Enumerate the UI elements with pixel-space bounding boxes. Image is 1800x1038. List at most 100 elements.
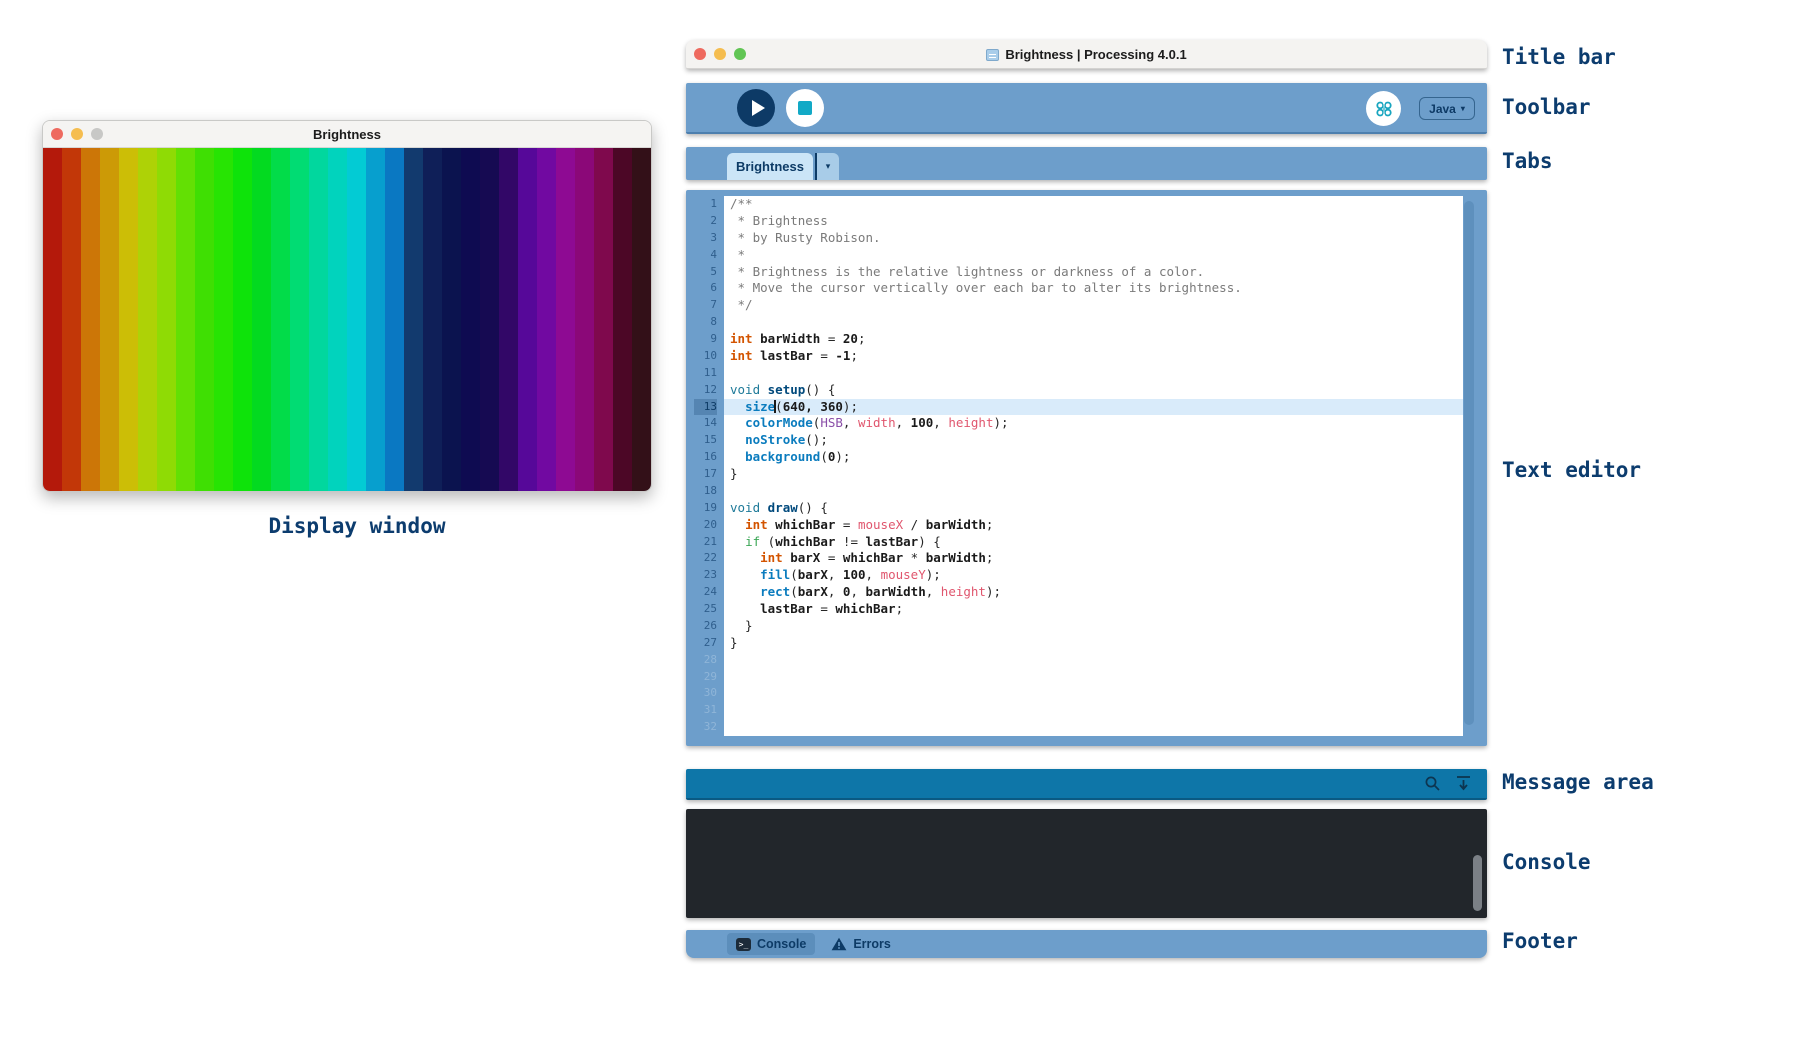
code-area[interactable]: /** * Brightness * by Rusty Robison. * *… [724, 196, 1463, 736]
ide-window-title: Brightness | Processing 4.0.1 [686, 47, 1487, 62]
play-icon [752, 100, 765, 116]
errors-tab-label: Errors [853, 937, 891, 951]
display-window-label: Display window [42, 514, 672, 538]
line-number: 12 [694, 382, 717, 399]
color-bar [556, 148, 575, 492]
code-line[interactable]: * [724, 247, 1463, 264]
code-line[interactable] [724, 314, 1463, 331]
color-bar [518, 148, 537, 492]
tab-brightness[interactable]: Brightness [727, 153, 813, 180]
color-bar [461, 148, 480, 492]
code-line[interactable]: colorMode(HSB, width, 100, height); [724, 415, 1463, 432]
annotation-message-area: Message area [1502, 768, 1654, 796]
line-number: 23 [694, 567, 717, 584]
code-line[interactable]: noStroke(); [724, 432, 1463, 449]
line-number: 28 [694, 652, 717, 669]
debug-button[interactable] [1366, 91, 1401, 126]
code-line[interactable]: lastBar = whichBar; [724, 601, 1463, 618]
color-bar [575, 148, 594, 492]
footer-errors-tab[interactable]: Errors [831, 937, 891, 951]
code-line[interactable] [724, 483, 1463, 500]
code-line[interactable]: rect(barX, 0, barWidth, height); [724, 584, 1463, 601]
line-number: 4 [694, 247, 717, 264]
code-line[interactable] [724, 702, 1463, 719]
annotation-text-editor: Text editor [1502, 456, 1641, 484]
code-line[interactable]: void draw() { [724, 500, 1463, 517]
color-bar [632, 148, 651, 492]
line-number: 14 [694, 415, 717, 432]
chevron-down-icon: ▾ [1461, 104, 1465, 113]
code-line[interactable]: } [724, 635, 1463, 652]
stop-button[interactable] [786, 89, 824, 127]
line-number: 15 [694, 432, 717, 449]
code-line[interactable]: int lastBar = -1; [724, 348, 1463, 365]
annotation-footer: Footer [1502, 927, 1578, 955]
code-line[interactable]: fill(barX, 100, mouseY); [724, 567, 1463, 584]
code-line[interactable]: int barWidth = 20; [724, 331, 1463, 348]
color-bars-canvas[interactable] [43, 148, 651, 492]
mode-selector-java[interactable]: Java ▾ [1419, 97, 1475, 120]
line-number: 20 [694, 517, 717, 534]
editor-scrollbar-thumb[interactable] [1464, 201, 1474, 725]
line-number: 30 [694, 685, 717, 702]
search-icon[interactable] [1424, 775, 1441, 792]
tab-dropdown-button[interactable]: ▾ [815, 153, 839, 180]
color-bar [328, 148, 347, 492]
color-bar [594, 148, 613, 492]
line-number: 10 [694, 348, 717, 365]
footer-console-tab[interactable]: >_ Console [727, 933, 815, 955]
code-line[interactable]: } [724, 466, 1463, 483]
line-number: 5 [694, 264, 717, 281]
line-number: 16 [694, 449, 717, 466]
line-number: 21 [694, 534, 717, 551]
run-button[interactable] [737, 89, 775, 127]
code-line[interactable]: background(0); [724, 449, 1463, 466]
code-line[interactable]: int whichBar = mouseX / barWidth; [724, 517, 1463, 534]
line-number: 7 [694, 297, 717, 314]
line-number: 13 [694, 399, 717, 416]
color-bar [62, 148, 81, 492]
code-line[interactable]: * Brightness is the relative lightness o… [724, 264, 1463, 281]
code-line[interactable] [724, 652, 1463, 669]
code-line[interactable]: * Brightness [724, 213, 1463, 230]
message-area [686, 769, 1487, 800]
line-number: 6 [694, 280, 717, 297]
console-scrollbar-thumb[interactable] [1473, 855, 1482, 912]
code-line[interactable]: int barX = whichBar * barWidth; [724, 550, 1463, 567]
code-line[interactable]: void setup() { [724, 382, 1463, 399]
line-number: 2 [694, 213, 717, 230]
ide-footer: >_ Console Errors [686, 930, 1487, 958]
code-line[interactable] [724, 365, 1463, 382]
code-line[interactable]: /** [724, 196, 1463, 213]
console-output[interactable] [686, 809, 1487, 918]
color-bar [81, 148, 100, 492]
code-line[interactable]: } [724, 618, 1463, 635]
code-line[interactable] [724, 685, 1463, 702]
code-line[interactable] [724, 719, 1463, 736]
line-number: 26 [694, 618, 717, 635]
editor-scrollbar[interactable] [1463, 196, 1479, 736]
color-bar [100, 148, 119, 492]
color-bar [271, 148, 290, 492]
color-bar [195, 148, 214, 492]
code-line[interactable]: * by Rusty Robison. [724, 230, 1463, 247]
color-bar [423, 148, 442, 492]
code-line[interactable]: size(640, 360); [724, 399, 1463, 416]
color-bar [252, 148, 271, 492]
color-bar [347, 148, 366, 492]
color-bar [385, 148, 404, 492]
line-number: 31 [694, 702, 717, 719]
annotation-toolbar: Toolbar [1502, 93, 1591, 121]
line-number: 24 [694, 584, 717, 601]
code-line[interactable]: if (whichBar != lastBar) { [724, 534, 1463, 551]
color-bar [233, 148, 252, 492]
code-line[interactable] [724, 669, 1463, 686]
color-bar [309, 148, 328, 492]
code-line[interactable]: */ [724, 297, 1463, 314]
line-number: 9 [694, 331, 717, 348]
line-number: 11 [694, 365, 717, 382]
scroll-to-bottom-icon[interactable] [1456, 775, 1471, 792]
line-number: 27 [694, 635, 717, 652]
mode-label: Java [1429, 102, 1456, 116]
code-line[interactable]: * Move the cursor vertically over each b… [724, 280, 1463, 297]
